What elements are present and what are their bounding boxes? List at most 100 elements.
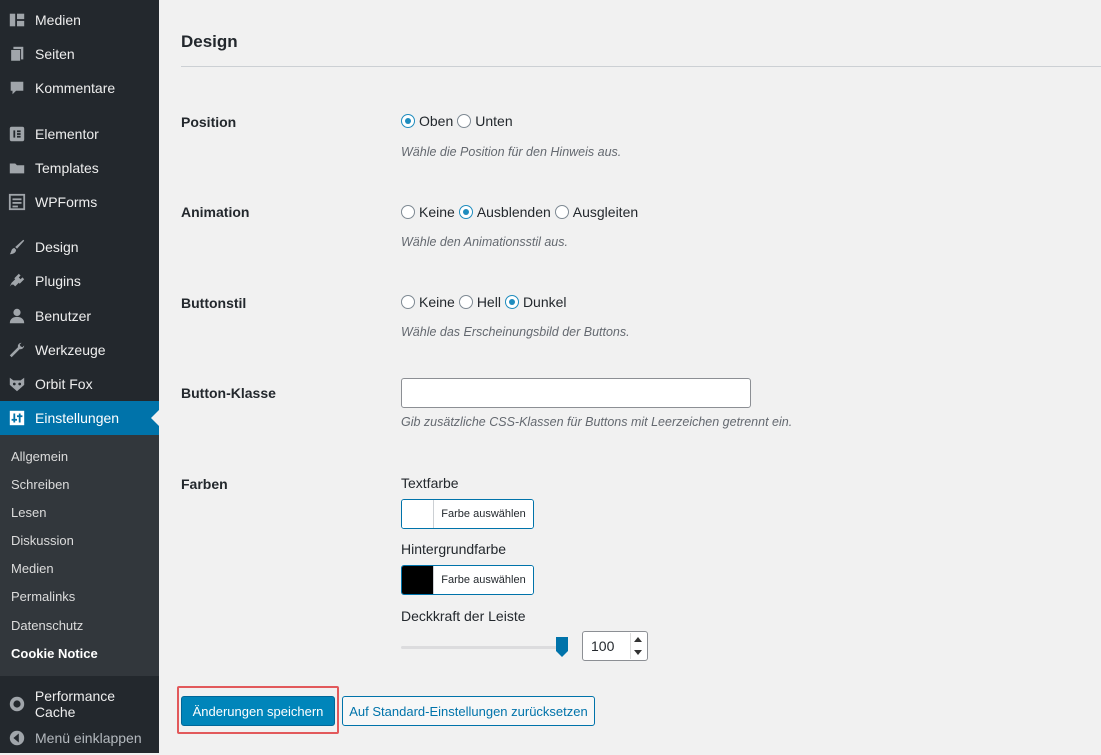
sidebar-item-medien[interactable]: Medien xyxy=(0,3,159,37)
color-picker-label: Farbe auswählen xyxy=(434,566,533,594)
elementor-icon xyxy=(7,124,27,144)
sidebar-item-label: Templates xyxy=(35,160,99,176)
sidebar-item-label: Orbit Fox xyxy=(35,376,93,392)
sidebar-item-label: Kommentare xyxy=(35,80,116,96)
bg-color-caption: Hintergrundfarbe xyxy=(401,541,507,557)
submenu-item-permalinks[interactable]: Permalinks xyxy=(11,587,75,607)
plugin-icon xyxy=(7,271,27,291)
submenu-item-cookie-notice[interactable]: Cookie Notice xyxy=(11,644,98,664)
button-style-label: Buttonstil xyxy=(181,295,247,311)
sidebar-item-performance-cache[interactable]: Performance Cache xyxy=(0,687,159,721)
button-class-input[interactable] xyxy=(401,378,751,408)
button-class-label: Button-Klasse xyxy=(181,385,276,401)
submenu-item-allgemein[interactable]: Allgemein xyxy=(11,447,68,467)
sidebar-item-kommentare[interactable]: Kommentare xyxy=(0,71,159,105)
submenu-item-medien[interactable]: Medien xyxy=(11,559,54,579)
sidebar-item-label: WPForms xyxy=(35,194,98,210)
submenu-item-diskussion[interactable]: Diskussion xyxy=(11,531,74,551)
radio-button[interactable] xyxy=(401,295,415,309)
collapse-menu-button[interactable]: Menü einklappen xyxy=(0,721,159,755)
animation-description: Wähle den Animationsstil aus. xyxy=(401,235,568,249)
radio-button[interactable] xyxy=(458,205,473,219)
collapse-menu-label: Menü einklappen xyxy=(35,730,142,746)
sidebar-item-elementor[interactable]: Elementor xyxy=(0,117,159,151)
radio-label: Keine xyxy=(419,294,455,310)
radio-label: Unten xyxy=(475,113,513,129)
sidebar-item-templates[interactable]: Templates xyxy=(0,151,159,185)
position-description: Wähle die Position für den Hinweis aus. xyxy=(401,145,622,159)
button-style-option-keine[interactable]: Keine xyxy=(401,294,455,310)
opacity-slider-track[interactable] xyxy=(401,646,563,649)
radio-label: Dunkel xyxy=(522,294,567,310)
comments-icon xyxy=(7,78,27,98)
wrench-icon xyxy=(7,340,27,360)
brush-icon xyxy=(7,237,27,257)
settings-submenu: Allgemein Schreiben Lesen Diskussion Med… xyxy=(0,435,159,676)
sidebar-item-plugins[interactable]: Plugins xyxy=(0,264,159,298)
sidebar-item-label: Seiten xyxy=(35,46,75,62)
admin-sidebar: Medien Seiten Kommentare Elementor Templ… xyxy=(0,0,159,753)
animation-option-ausblenden[interactable]: Ausblenden xyxy=(458,204,551,220)
pages-icon xyxy=(7,44,27,64)
submenu-item-datenschutz[interactable]: Datenschutz xyxy=(11,616,83,636)
fox-icon xyxy=(7,374,27,394)
radio-button[interactable] xyxy=(457,114,472,128)
sidebar-item-seiten[interactable]: Seiten xyxy=(0,37,159,71)
save-changes-button[interactable]: Änderungen speichern xyxy=(181,696,335,726)
section-divider xyxy=(181,66,1101,67)
radio-button[interactable] xyxy=(401,114,415,128)
reset-defaults-button[interactable]: Auf Standard-Einstellungen zurücksetzen xyxy=(342,696,595,726)
user-icon xyxy=(7,306,27,326)
sidebar-item-einstellungen[interactable]: Einstellungen xyxy=(0,401,159,435)
sidebar-item-label: Design xyxy=(35,239,79,255)
radio-button[interactable] xyxy=(554,205,569,219)
text-color-swatch[interactable] xyxy=(402,500,434,528)
sidebar-item-label: Benutzer xyxy=(35,308,92,324)
bg-color-swatch[interactable] xyxy=(402,566,434,594)
colors-label: Farben xyxy=(181,476,228,492)
collapse-arrow-icon xyxy=(7,728,27,748)
sidebar-item-label: Werkzeuge xyxy=(35,342,106,358)
sidebar-item-label: Performance Cache xyxy=(34,688,116,720)
opacity-spinner[interactable] xyxy=(630,633,645,659)
radio-button[interactable] xyxy=(504,295,519,309)
button-style-option-hell[interactable]: Hell xyxy=(458,294,501,310)
spinner-down-icon[interactable] xyxy=(634,650,642,655)
position-option-oben[interactable]: Oben xyxy=(401,113,453,129)
spinner-up-icon[interactable] xyxy=(634,637,642,642)
animation-option-keine[interactable]: Keine xyxy=(401,204,455,220)
sidebar-item-wpforms[interactable]: WPForms xyxy=(0,185,159,219)
animation-label: Animation xyxy=(181,204,250,220)
text-color-picker[interactable]: Farbe auswählen xyxy=(401,499,534,529)
sidebar-item-label: Plugins xyxy=(35,273,81,289)
button-style-radio-group: Keine Hell Dunkel xyxy=(401,294,571,310)
radio-button[interactable] xyxy=(401,205,415,219)
bg-color-picker[interactable]: Farbe auswählen xyxy=(401,565,534,595)
animation-option-ausgleiten[interactable]: Ausgleiten xyxy=(554,204,638,220)
submenu-item-schreiben[interactable]: Schreiben xyxy=(11,475,70,495)
animation-radio-group: Keine Ausblenden Ausgleiten xyxy=(401,204,642,220)
sidebar-item-label: Elementor xyxy=(35,126,99,142)
settings-content: Design Position Oben Unten Wähle die Pos… xyxy=(159,0,1101,753)
button-class-description: Gib zusätzliche CSS-Klassen für Buttons … xyxy=(401,415,793,429)
radio-label: Oben xyxy=(419,113,454,129)
text-color-caption: Textfarbe xyxy=(401,475,459,491)
sidebar-item-label: Einstellungen xyxy=(35,410,120,426)
sidebar-item-werkzeuge[interactable]: Werkzeuge xyxy=(0,333,159,367)
sidebar-item-orbit-fox[interactable]: Orbit Fox xyxy=(0,367,159,401)
sidebar-item-benutzer[interactable]: Benutzer xyxy=(0,299,159,333)
radio-label: Ausblenden xyxy=(476,204,551,220)
submenu-item-lesen[interactable]: Lesen xyxy=(11,503,46,523)
position-option-unten[interactable]: Unten xyxy=(457,113,513,129)
settings-icon xyxy=(7,408,27,428)
performance-icon xyxy=(7,694,27,714)
button-style-option-dunkel[interactable]: Dunkel xyxy=(504,294,567,310)
sidebar-item-design[interactable]: Design xyxy=(0,230,159,264)
position-radio-group: Oben Unten xyxy=(401,113,517,129)
opacity-slider-handle[interactable] xyxy=(556,637,568,657)
radio-button[interactable] xyxy=(458,295,473,309)
opacity-number-input[interactable]: 100 xyxy=(582,631,648,661)
forms-icon xyxy=(7,192,27,212)
media-icon xyxy=(7,10,27,30)
folder-icon xyxy=(7,158,27,178)
